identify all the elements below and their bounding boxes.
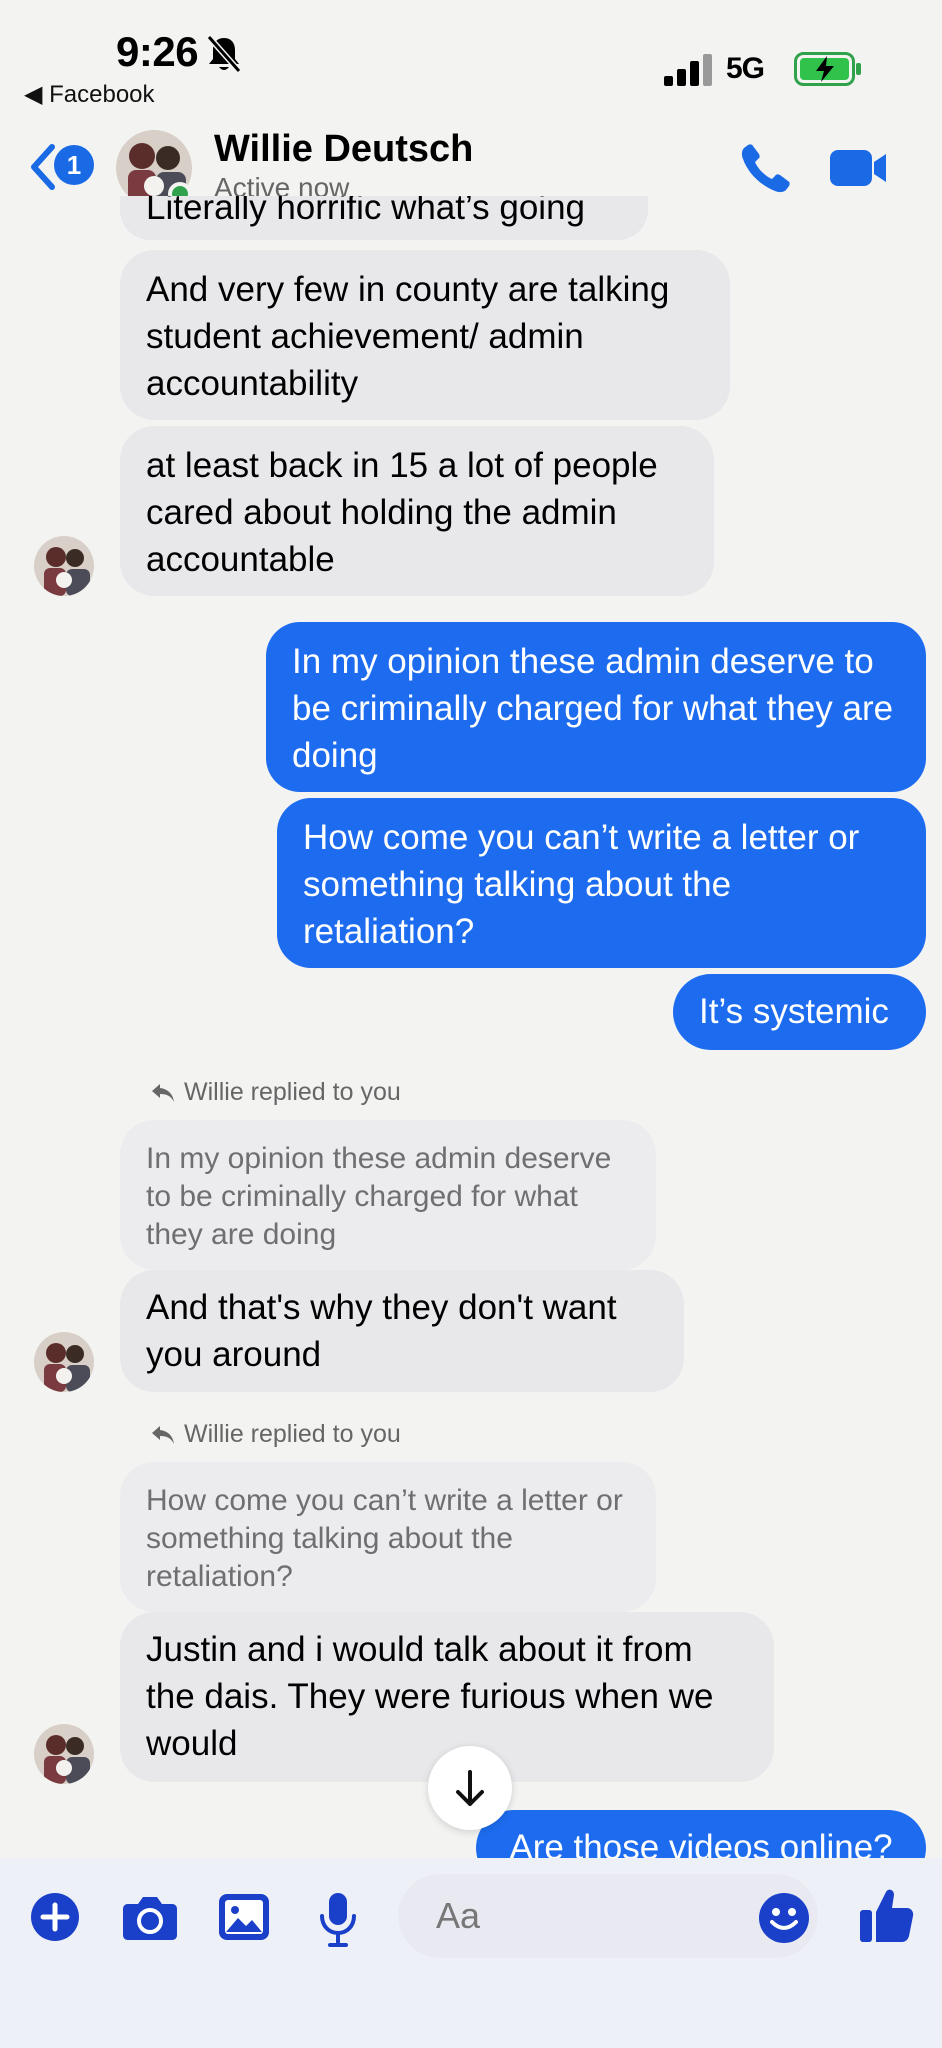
reply-indicator: Willie replied to you <box>150 1078 401 1107</box>
network-type: 5G <box>726 52 765 85</box>
plus-icon[interactable] <box>30 1892 80 1942</box>
message-bubble-outgoing[interactable]: How come you can’t write a letter or som… <box>277 798 926 968</box>
contact-avatar-small[interactable] <box>34 1724 94 1784</box>
reply-arrow-icon <box>152 1084 174 1103</box>
battery-charging-icon <box>794 52 861 86</box>
reply-label: Willie replied to you <box>184 1420 401 1448</box>
back-to-app-link[interactable]: ◀ Facebook <box>24 80 155 109</box>
reply-label: Willie replied to you <box>184 1078 401 1106</box>
message-bubble-incoming[interactable]: And very few in county are talking stude… <box>120 250 730 420</box>
video-icon[interactable] <box>830 148 888 188</box>
scroll-to-bottom-button[interactable] <box>428 1746 512 1830</box>
reply-arrow-icon <box>152 1426 174 1445</box>
gallery-icon[interactable] <box>218 1892 270 1942</box>
unread-badge: 1 <box>54 145 94 185</box>
phone-icon[interactable] <box>736 142 792 198</box>
camera-icon[interactable] <box>122 1892 178 1942</box>
quoted-message[interactable]: How come you can’t write a letter or som… <box>120 1462 656 1612</box>
message-bubble-incoming[interactable]: Literally horrific what’s going on. <box>120 196 648 240</box>
mic-icon[interactable] <box>318 1892 358 1948</box>
contact-avatar-small[interactable] <box>34 536 94 596</box>
message-input[interactable] <box>398 1874 818 1958</box>
emoji-icon[interactable] <box>758 1892 810 1944</box>
reply-indicator: Willie replied to you <box>150 1420 401 1449</box>
status-time: 9:26 <box>116 28 199 75</box>
signal-icon <box>664 54 712 86</box>
arrow-down-icon <box>456 1770 484 1806</box>
message-bubble-outgoing[interactable]: In my opinion these admin deserve to be … <box>266 622 926 792</box>
message-bubble-incoming[interactable]: And that's why they don't want you aroun… <box>120 1270 684 1392</box>
contact-avatar-small[interactable] <box>34 1332 94 1392</box>
message-bubble-incoming[interactable]: at least back in 15 a lot of people care… <box>120 426 714 596</box>
bell-slash-icon <box>206 35 242 73</box>
thumbs-up-icon[interactable] <box>858 1886 914 1944</box>
contact-name[interactable]: Willie Deutsch <box>214 128 473 171</box>
message-bubble-outgoing[interactable]: It’s systemic <box>673 974 926 1050</box>
quoted-message[interactable]: In my opinion these admin deserve to be … <box>120 1120 656 1270</box>
